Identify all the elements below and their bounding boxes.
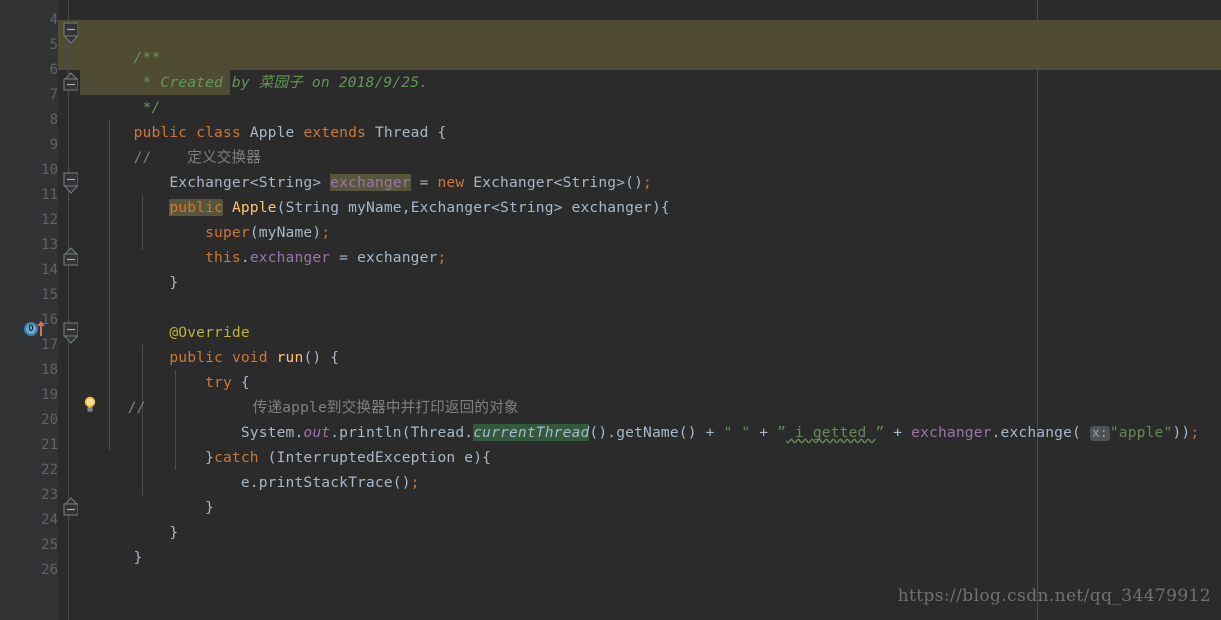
right-margin-guide	[1037, 0, 1038, 620]
method-name-run: run	[276, 349, 304, 366]
line-number: 4	[49, 12, 58, 28]
line-number: 9	[49, 137, 58, 153]
brace-close: }	[169, 274, 179, 291]
line-number: 11	[41, 187, 58, 203]
line-number: 20	[41, 412, 58, 428]
code-line-24[interactable]: }	[80, 495, 178, 541]
line-number: 10	[41, 162, 58, 178]
brace-close: }	[133, 549, 143, 566]
line-number: 18	[41, 362, 58, 378]
keyword-extends: extends	[303, 124, 366, 141]
type-thread: Thread	[374, 124, 429, 141]
var-e: e	[464, 449, 474, 466]
line-number: 21	[41, 437, 58, 453]
code-text-area[interactable]: /** * Created by 菜园子 on 2018/9/25. */ pu…	[80, 0, 1221, 620]
line-number: 24	[41, 512, 58, 528]
line-number: 23	[41, 487, 58, 503]
editor-gutter[interactable]: 4 5 6 7 8 9 10 11 12 13 14 15 16 17 18 1…	[0, 0, 58, 620]
code-line-6[interactable]: * Created by 菜园子 on 2018/9/25.	[80, 45, 428, 91]
code-line-12[interactable]: super(myName);	[80, 195, 330, 241]
fold-marker-open-constructor[interactable]	[60, 170, 78, 195]
code-editor[interactable]: 4 5 6 7 8 9 10 11 12 13 14 15 16 17 18 1…	[0, 0, 1221, 620]
field-exchanger-usage: exchanger	[911, 424, 992, 441]
code-line-22[interactable]: e.printStackTrace();	[80, 445, 420, 491]
line-number: 15	[41, 287, 58, 303]
line-number: 7	[49, 87, 58, 103]
implementing-method-arrow-icon[interactable]	[36, 320, 46, 337]
semicolon: ;	[410, 474, 420, 491]
string-i-getted: i getted	[786, 424, 876, 441]
code-line-10[interactable]: Exchanger<String> exchanger = new Exchan…	[80, 145, 652, 191]
code-line-19[interactable]: // 传递apple到交换器中并打印返回的对象	[80, 370, 519, 416]
code-line-21[interactable]: }catch (InterruptedException e){	[80, 420, 491, 466]
code-line-20[interactable]: System.out.println(Thread.currentThread(…	[80, 395, 1199, 441]
semicolon: ;	[437, 249, 447, 266]
code-line-23[interactable]: }	[80, 470, 214, 516]
code-line-17[interactable]: public void run() {	[80, 320, 339, 366]
string-space: " "	[723, 424, 751, 441]
brace-close: }	[169, 524, 179, 541]
line-number: 8	[49, 112, 58, 128]
brace-open: {	[482, 449, 492, 466]
fold-marker-open-javadoc[interactable]	[60, 20, 78, 45]
fold-marker-close-run-method[interactable]	[60, 495, 78, 520]
line-number: 19	[41, 387, 58, 403]
fold-marker-close-javadoc[interactable]	[60, 70, 78, 95]
watermark-url: https://blog.csdn.net/qq_34479912	[897, 586, 1211, 606]
line-number: 25	[41, 537, 58, 553]
field-ref-exchanger: exchanger	[249, 249, 331, 266]
line-number: 13	[41, 237, 58, 253]
code-line-9[interactable]: // 定义交换器	[80, 120, 261, 166]
code-line-11[interactable]: public Apple(String myName,Exchanger<Str…	[80, 170, 670, 216]
string-apple: "apple"	[1109, 424, 1173, 441]
method-print-stack-trace: printStackTrace	[258, 474, 393, 491]
parameter-hint-x: x:	[1089, 426, 1110, 441]
string-quote-open: ”	[777, 424, 787, 441]
line-number: 17	[41, 337, 58, 353]
fold-marker-close-constructor[interactable]	[60, 245, 78, 270]
code-line-5[interactable]: /**	[80, 20, 161, 66]
brace-open: {	[660, 199, 670, 216]
code-line-25[interactable]: }	[80, 520, 143, 566]
arg-exchanger: exchanger	[357, 249, 438, 266]
fold-marker-open-run-method[interactable]	[60, 320, 78, 345]
keyword-this: this	[205, 249, 241, 266]
code-line-13[interactable]: this.exchanger = exchanger;	[80, 220, 446, 266]
param-name-exchanger: exchanger	[571, 199, 652, 216]
method-exchange: exchange	[1000, 424, 1073, 441]
line-number: 12	[41, 212, 58, 228]
param-type-exchanger-string: Exchanger<String>	[410, 199, 563, 216]
line-number: 14	[41, 262, 58, 278]
line-number: 26	[41, 562, 58, 578]
code-line-7[interactable]: */	[80, 70, 161, 116]
code-line-8[interactable]: public class Apple extends Thread {	[80, 95, 447, 141]
string-quote-close: ”	[875, 424, 885, 441]
line-number: 22	[41, 462, 58, 478]
param-name-myname: myName	[348, 199, 402, 216]
line-number: 6	[49, 62, 58, 78]
brace-open: {	[330, 349, 340, 366]
code-line-16[interactable]: @Override	[80, 295, 250, 341]
var-e: e	[240, 474, 250, 491]
brace-open: {	[437, 124, 447, 141]
assign-operator: =	[339, 249, 349, 266]
code-line-18[interactable]: try {	[80, 345, 250, 391]
method-get-name: getName	[616, 424, 679, 441]
code-line-14[interactable]: }	[80, 245, 178, 291]
brace-close: }	[205, 499, 215, 516]
line-number: 5	[49, 37, 58, 53]
semicolon: ;	[1190, 424, 1200, 441]
javadoc-body-token: * Created by 菜园子 on 2018/9/25.	[133, 74, 429, 91]
